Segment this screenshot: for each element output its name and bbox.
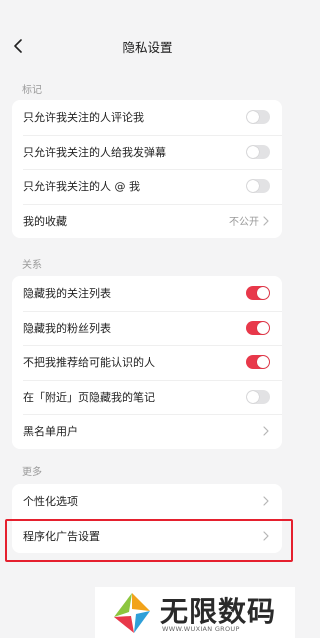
setting-label: 个性化选项 [23, 495, 78, 509]
setting-label: 在「附近」页隐藏我的笔记 [23, 390, 155, 404]
setting-label: 只允许我关注的人给我发弹幕 [23, 145, 166, 159]
setting-personalization[interactable]: 个性化选项 [12, 484, 282, 519]
toggle-switch[interactable] [246, 320, 270, 335]
highlight-box [5, 519, 293, 562]
setting-label: 只允许我关注的人 @ 我 [23, 180, 140, 194]
toggle-switch[interactable] [246, 144, 270, 159]
toggle-switch[interactable] [246, 286, 270, 301]
toggle-switch[interactable] [246, 179, 270, 194]
setting-danmaku-only-following[interactable]: 只允许我关注的人给我发弹幕 [12, 134, 282, 170]
section-label-more: 更多 [22, 467, 42, 478]
setting-no-recommend-to-acquaintances[interactable]: 不把我推荐给可能认识的人 [12, 345, 282, 380]
chevron-right-icon [262, 496, 270, 506]
setting-label: 只允许我关注的人评论我 [23, 111, 144, 125]
setting-value: 不公开 [229, 217, 259, 229]
section-label-tags: 标记 [22, 85, 42, 96]
setting-label: 隐藏我的粉丝列表 [23, 321, 111, 335]
setting-hide-following-list[interactable]: 隐藏我的关注列表 [12, 276, 282, 311]
chevron-right-icon [262, 216, 270, 226]
toggle-switch[interactable] [246, 110, 270, 125]
toggle-switch[interactable] [246, 389, 270, 404]
section-label-relations: 关系 [22, 260, 42, 271]
setting-label: 隐藏我的关注列表 [23, 287, 111, 301]
setting-my-favorites[interactable]: 我的收藏 不公开 [12, 203, 282, 239]
watermark-text: 无限数码 [160, 595, 277, 628]
watermark: 无限数码 WWW.WUXIAN GROUP [95, 587, 295, 638]
setting-hide-notes-nearby[interactable]: 在「附近」页隐藏我的笔记 [12, 379, 282, 415]
setting-blocklist[interactable]: 黑名单用户 [12, 414, 282, 449]
top-bar: 隐私设置 [0, 0, 295, 78]
tags-card: 只允许我关注的人评论我 只允许我关注的人给我发弹幕 只允许我关注的人 @ 我 我… [12, 100, 282, 238]
setting-label: 不把我推荐给可能认识的人 [23, 356, 155, 370]
watermark-subtext: WWW.WUXIAN GROUP [162, 625, 240, 633]
relations-card: 隐藏我的关注列表 隐藏我的粉丝列表 不把我推荐给可能认识的人 在「附近」页隐藏我… [12, 276, 282, 449]
brand-logo-icon [114, 593, 150, 633]
setting-label: 我的收藏 [23, 214, 67, 228]
setting-mention-only-following[interactable]: 只允许我关注的人 @ 我 [12, 169, 282, 204]
setting-comment-only-following[interactable]: 只允许我关注的人评论我 [12, 100, 282, 135]
page-title: 隐私设置 [122, 40, 173, 55]
chevron-right-icon [262, 426, 270, 436]
toggle-switch[interactable] [246, 355, 270, 370]
setting-hide-followers-list[interactable]: 隐藏我的粉丝列表 [12, 310, 282, 346]
setting-label: 黑名单用户 [23, 425, 78, 439]
